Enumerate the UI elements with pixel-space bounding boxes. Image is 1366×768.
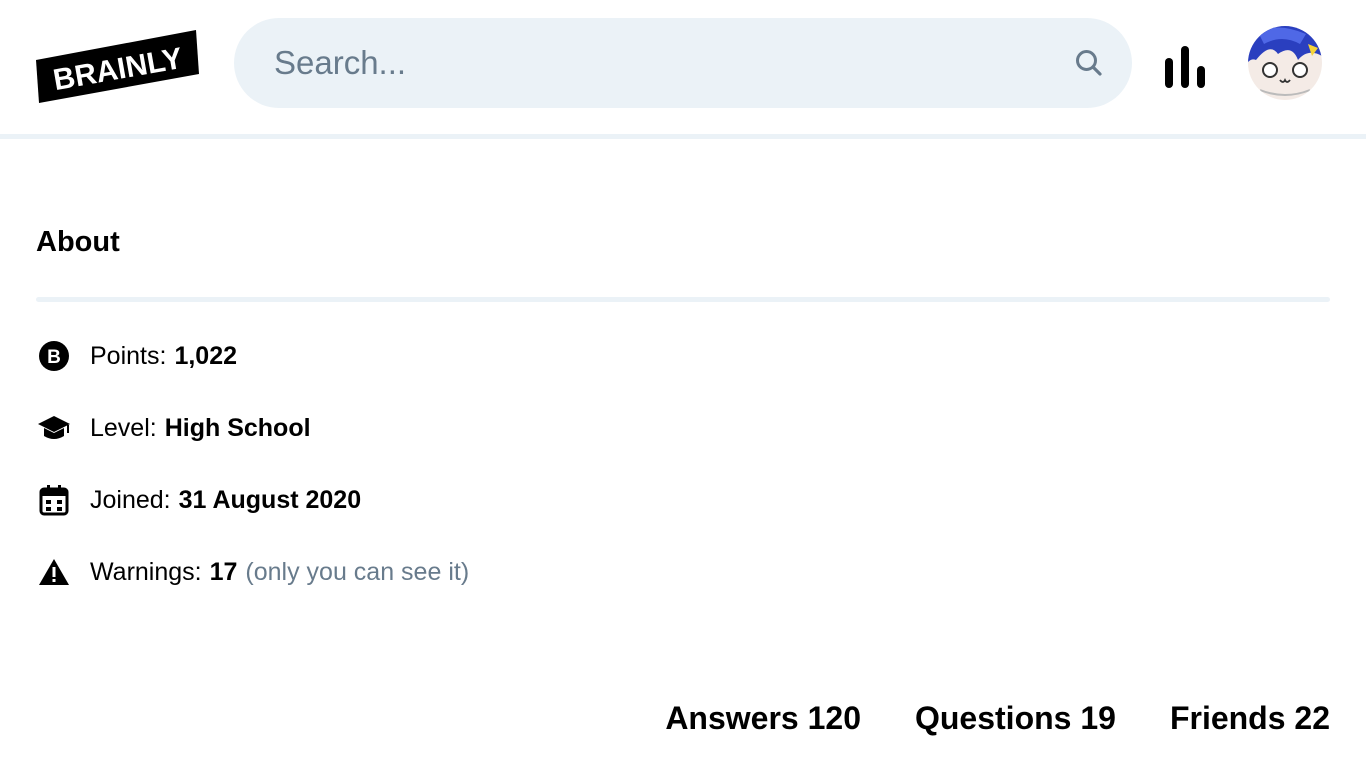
header-divider [0, 134, 1366, 139]
brainly-logo[interactable]: BRAINLY [36, 30, 199, 103]
points-row: B Points: 1,022 [36, 338, 237, 374]
questions-count-link[interactable]: Questions 19 [915, 700, 1116, 737]
warnings-value: 17 [209, 557, 238, 586]
joined-label: Joined: [90, 485, 171, 514]
about-divider [36, 297, 1330, 302]
answers-value: 120 [807, 700, 861, 736]
questions-label: Questions [914, 700, 1072, 736]
joined-value: 31 August 2020 [178, 485, 362, 514]
answers-label: Answers [665, 700, 799, 736]
graduation-cap-icon [36, 410, 72, 446]
avatar-image-icon [1248, 26, 1322, 100]
stats-bars-icon[interactable] [1163, 44, 1209, 90]
friends-value: 22 [1294, 700, 1330, 736]
warnings-note: (only you can see it) [245, 557, 470, 586]
points-label: Points: [90, 341, 167, 370]
points-value: 1,022 [174, 341, 237, 370]
user-avatar[interactable] [1248, 26, 1322, 100]
points-icon: B [36, 338, 72, 374]
joined-row: Joined: 31 August 2020 [36, 482, 361, 518]
level-row: Level: High School [36, 410, 311, 446]
questions-value: 19 [1080, 700, 1116, 736]
search-bar [234, 18, 1132, 108]
level-label: Level: [90, 413, 157, 442]
warning-icon [36, 554, 72, 590]
search-input[interactable] [274, 18, 1034, 108]
search-icon[interactable] [1074, 48, 1104, 78]
warnings-row: Warnings: 17 (only you can see it) [36, 554, 469, 590]
about-heading: About [36, 226, 120, 258]
brainly-logo-icon: BRAINLY [36, 30, 199, 103]
level-value: High School [164, 413, 311, 442]
friends-label: Friends [1169, 700, 1286, 736]
answers-count-link[interactable]: Answers 120 [665, 700, 861, 737]
calendar-icon [36, 482, 72, 518]
friends-count-link[interactable]: Friends 22 [1170, 700, 1330, 737]
svg-text:B: B [47, 347, 61, 368]
top-header: BRAINLY [0, 0, 1366, 134]
profile-counts: Answers 120 Questions 19 Friends 22 [665, 700, 1330, 737]
warnings-label: Warnings: [90, 557, 202, 586]
